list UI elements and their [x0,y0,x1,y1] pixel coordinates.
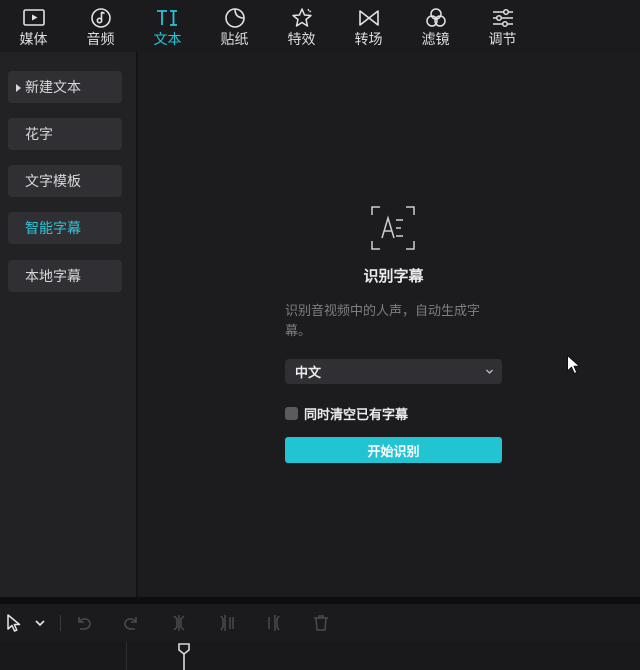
sidebar-item-label: 智能字幕 [25,221,81,237]
tab-sticker-label: 贴纸 [220,32,249,48]
effects-icon [291,8,312,27]
top-toolbar: 媒体 音频 文本 贴纸 特效 转场 滤镜 调节 [0,0,640,52]
delete-icon[interactable] [311,613,331,633]
timeline-track-divider [126,642,127,670]
filter-icon [425,8,446,27]
subtitle-recognition-icon [371,206,415,250]
playhead-icon[interactable] [177,642,191,670]
start-recognition-button[interactable]: 开始识别 [285,437,502,463]
sidebar-item-label: 文字模板 [25,174,81,190]
chevron-down-icon [486,369,493,374]
adjust-icon [492,8,513,28]
mouse-cursor-icon [567,354,581,375]
panel-title: 识别字幕 [363,267,424,285]
sidebar-item-local-subtitle[interactable]: 本地字幕 [8,260,122,292]
tab-effects[interactable]: 特效 [268,0,335,52]
sidebar-item-new-text[interactable]: 新建文本 [8,71,122,103]
sidebar: 新建文本 花字 文字模板 智能字幕 本地字幕 [0,52,136,597]
tab-filter[interactable]: 滤镜 [402,0,469,52]
tab-audio[interactable]: 音频 [67,0,134,52]
tab-filter-label: 滤镜 [421,32,450,48]
language-select-value: 中文 [295,366,322,381]
split-icon[interactable] [169,613,189,633]
sidebar-item-label: 新建文本 [25,80,81,96]
tab-sticker[interactable]: 贴纸 [201,0,268,52]
split-left-icon[interactable] [217,613,237,633]
sidebar-item-label: 花字 [25,127,53,143]
transition-icon [358,10,379,26]
sidebar-item-label: 本地字幕 [25,269,81,285]
sidebar-item-text-template[interactable]: 文字模板 [8,165,122,197]
clear-existing-checkbox[interactable] [285,406,298,420]
tab-text-label: 文本 [153,32,182,48]
timeline-toolbar [0,604,640,642]
toolbar-separator [60,615,61,631]
tab-audio-label: 音频 [86,32,115,48]
sidebar-item-fancy-text[interactable]: 花字 [8,118,122,150]
caret-right-icon [16,84,21,92]
tab-effects-label: 特效 [287,32,316,48]
chevron-down-icon[interactable] [33,613,47,633]
select-pointer-icon[interactable] [5,613,25,633]
sticker-icon [224,8,245,28]
media-icon [22,9,45,26]
main-panel: 识别字幕 识别音视频中的人声，自动生成字幕。 中文 同时清空已有字幕 开始识别 [138,52,640,597]
undo-icon[interactable] [74,613,94,633]
redo-icon[interactable] [121,613,141,633]
tab-transition-label: 转场 [354,32,383,48]
tab-adjust[interactable]: 调节 [469,0,536,52]
timeline-area [0,642,640,670]
section-gap [0,597,640,604]
clear-existing-label: 同时清空已有字幕 [304,407,409,423]
panel-description: 识别音视频中的人声，自动生成字幕。 [285,304,481,339]
language-select[interactable]: 中文 [285,359,502,384]
tab-adjust-label: 调节 [488,32,517,48]
tab-text[interactable]: 文本 [134,0,201,52]
audio-icon [90,8,111,28]
tab-media-label: 媒体 [19,32,48,48]
tab-media[interactable]: 媒体 [0,0,67,52]
tab-transition[interactable]: 转场 [335,0,402,52]
clear-existing-option[interactable]: 同时清空已有字幕 [285,404,409,423]
sidebar-item-smart-subtitle[interactable]: 智能字幕 [8,212,122,244]
text-icon [156,10,177,26]
split-right-icon[interactable] [263,613,283,633]
